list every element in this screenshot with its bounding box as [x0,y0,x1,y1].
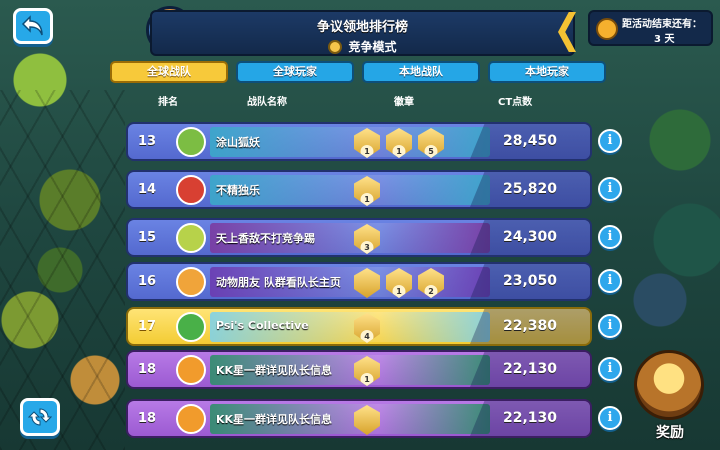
team-name: Psi's Collective [216,319,309,332]
team-name: 涂山狐妖 [216,136,260,149]
row-rank: 13 [138,134,157,149]
table-row[interactable]: 16 动物朋友 队群看队长主页 1 2 23,050 [126,262,592,301]
badge-list: 3 [354,224,380,254]
row-rank: 18 [138,411,157,426]
badge-list [354,405,380,435]
timer-label: 距活动结束还有： [622,19,702,30]
medal-badge-icon: 1 [386,268,412,298]
team-points: 28,450 [502,133,558,149]
info-button[interactable]: i [598,177,622,201]
team-points: 24,300 [502,229,558,245]
treasure-chest-icon [634,350,704,420]
team-emblem-icon [176,174,206,205]
table-row[interactable]: 17 Psi's Collective 4 22,380 [126,307,592,346]
badge-list: 12 [354,268,444,298]
leaderboard-header: 争议领地排行榜 竞争模式 [150,10,575,56]
team-name: 天上香敌不打竞争踢 [216,232,315,245]
medal-badge-icon: 4 [354,313,380,343]
medal-badge-icon: 1 [354,128,380,158]
back-arrow-icon [21,15,43,36]
page-title: 争议领地排行榜 [316,20,408,35]
badge-list: 4 [354,313,380,343]
info-button[interactable]: i [598,314,622,338]
mode-label: 竞争模式 [348,40,397,54]
team-points: 23,050 [502,273,558,289]
badge-count: 1 [392,145,406,158]
info-button[interactable]: i [598,269,622,293]
table-row[interactable]: 13 涂山狐妖 1 1 5 28,450 [126,122,592,161]
medal-badge-icon: 1 [354,176,380,206]
badge-count: 3 [360,241,374,254]
medal-badge-icon: 3 [354,224,380,254]
row-rank: 18 [138,362,157,377]
column-team-name: 战队名称 [247,97,287,108]
team-emblem-icon [176,266,206,297]
column-badges: 徽章 [394,97,414,108]
tab-local-teams[interactable]: 本地战队 [362,61,480,83]
info-button[interactable]: i [598,129,622,153]
column-points: CT点数 [498,97,533,108]
medal-badge-icon: 1 [386,128,412,158]
table-row[interactable]: 18 KK星一群详见队长信息 1 22,130 [126,350,592,389]
reward-label: 奖励 [656,425,684,441]
medal-badge-icon: 2 [418,268,444,298]
team-emblem-icon [176,311,206,342]
team-emblem-icon [176,126,206,157]
team-emblem-icon [176,403,206,434]
medal-badge-icon [354,405,380,435]
badge-count: 1 [360,193,374,206]
badge-count: 1 [360,373,374,386]
medal-badge-icon: 1 [354,356,380,386]
team-points: 22,130 [502,361,558,377]
medal-badge-icon: 5 [418,128,444,158]
row-rank: 15 [138,230,157,245]
tab-global-teams[interactable]: 全球战队 [110,61,228,83]
info-button[interactable]: i [598,357,622,381]
team-emblem-icon [176,222,206,253]
medal-badge-icon [354,268,380,298]
team-emblem-icon [176,354,206,385]
refresh-icon [28,408,52,426]
stopwatch-icon [596,18,618,40]
team-name: KK星一群详见队长信息 [216,364,333,377]
badge-count: 1 [392,285,406,298]
event-timer: 距活动结束还有： 3 天 [588,10,713,46]
shield-coin-icon [328,39,343,54]
column-rank: 排名 [158,97,178,108]
row-rank: 14 [138,182,157,197]
team-name: 不精独乐 [216,184,260,197]
badge-list: 1 [354,356,380,386]
row-rank: 16 [138,274,157,289]
badge-list: 1 [354,176,380,206]
team-points: 22,380 [502,318,558,334]
tab-global-players[interactable]: 全球玩家 [236,61,354,83]
row-rank: 17 [138,319,157,334]
badge-count: 4 [360,330,374,343]
column-headers: 排名 战队名称 徽章 CT点数 [150,93,550,108]
badge-count: 2 [424,285,438,298]
info-button[interactable]: i [598,406,622,430]
back-button[interactable] [13,8,53,44]
team-points: 22,130 [502,410,558,426]
timer-value: 3 天 [654,34,675,45]
team-name: KK星一群详见队长信息 [216,413,333,426]
team-points: 25,820 [502,181,558,197]
badge-list: 1 1 5 [354,128,444,158]
table-row[interactable]: 18 KK星一群详见队长信息 22,130 [126,399,592,438]
badge-count: 5 [424,145,438,158]
badge-count: 1 [360,145,374,158]
mode-indicator: 竞争模式 [152,38,573,55]
table-row[interactable]: 14 不精独乐 1 25,820 [126,170,592,209]
table-row[interactable]: 15 天上香敌不打竞争踢 3 24,300 [126,218,592,257]
info-button[interactable]: i [598,225,622,249]
refresh-button[interactable] [20,398,60,436]
reward-button[interactable]: 奖励 [630,350,710,445]
leaderboard-list[interactable]: 13 涂山狐妖 1 1 5 28,450 14 不精独乐 1 25,820 15 天上香敌不打竞争踢 3… [126,112,596,450]
leaderboard-tabs: 全球战队 全球玩家 本地战队 本地玩家 [110,61,610,83]
tab-local-players[interactable]: 本地玩家 [488,61,606,83]
team-name: 动物朋友 队群看队长主页 [216,276,341,289]
